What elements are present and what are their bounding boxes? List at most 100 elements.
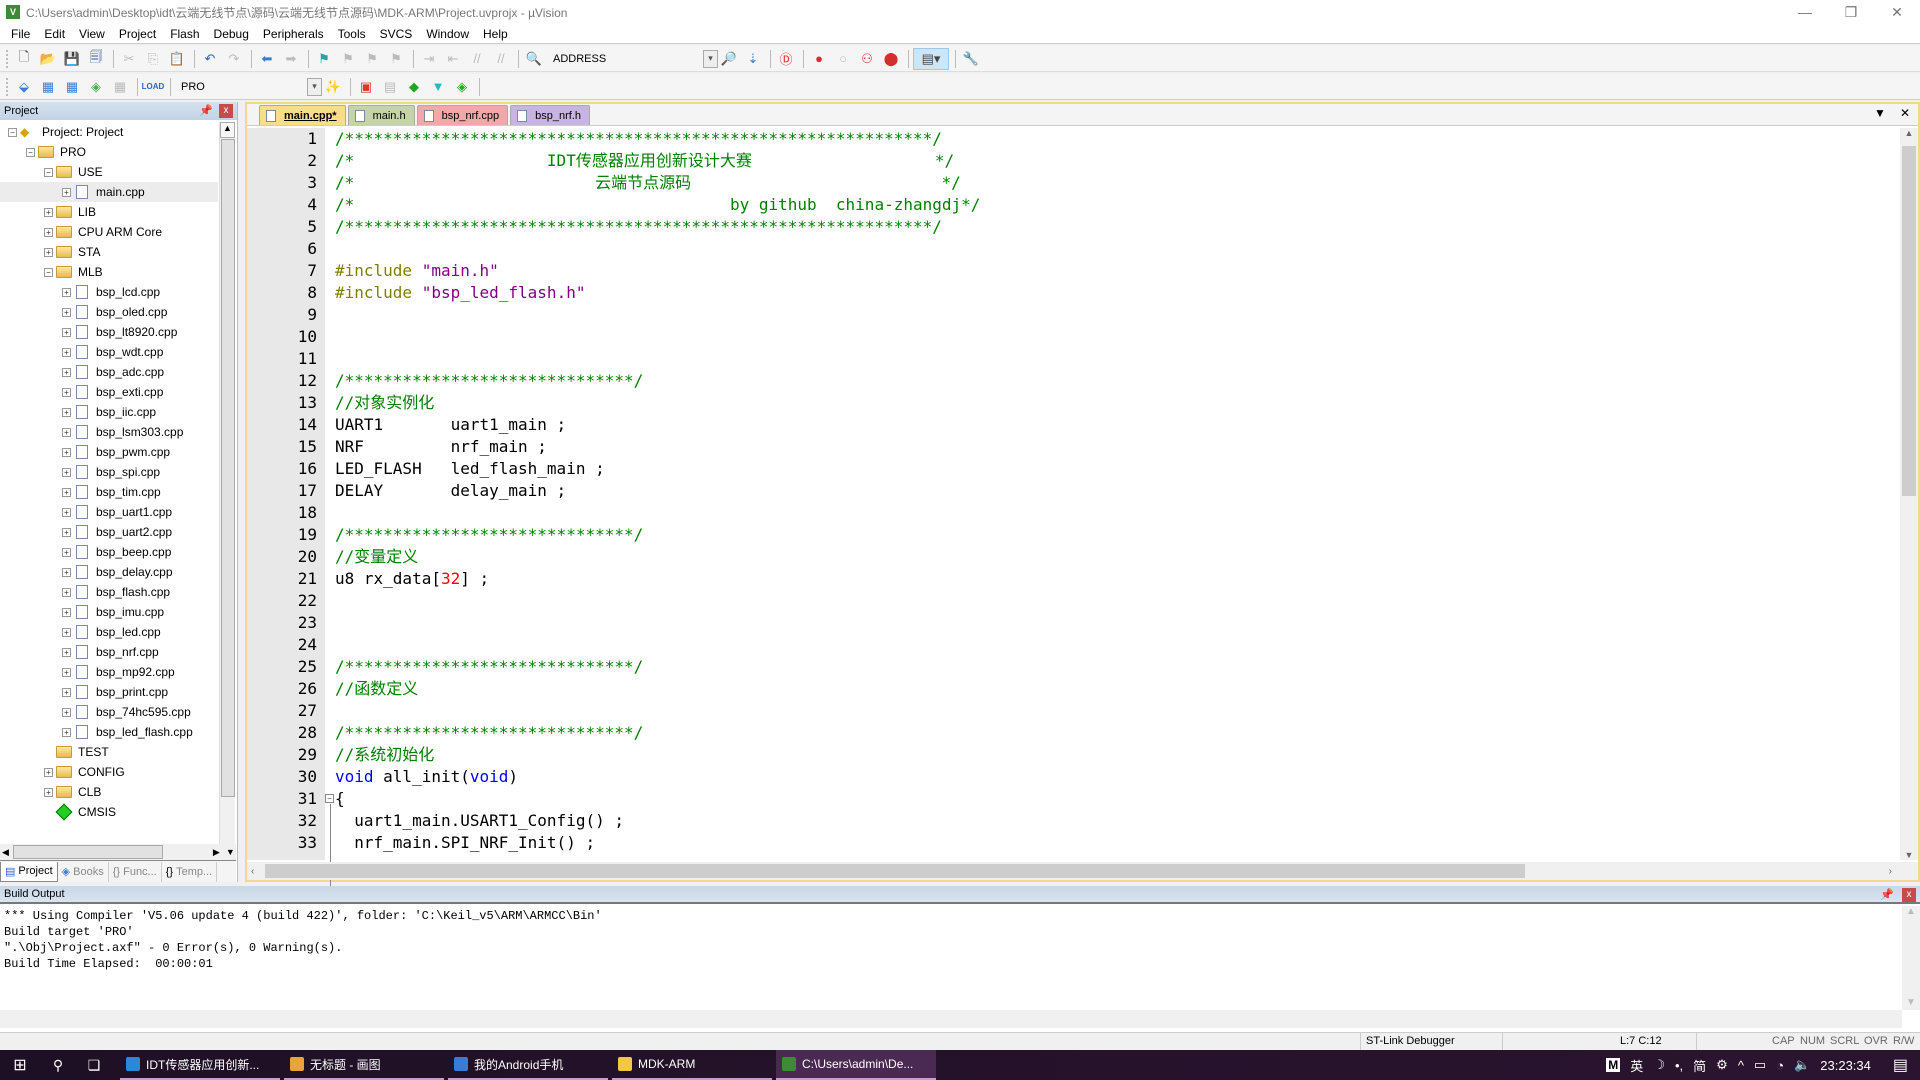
expand-icon[interactable]: + [62, 687, 71, 697]
expand-icon[interactable]: + [44, 207, 53, 217]
expand-icon[interactable]: + [62, 567, 71, 577]
expand-icon[interactable]: + [62, 187, 71, 197]
code-line[interactable]: //对象实例化 [335, 392, 1875, 414]
notifications-icon[interactable]: ▤ [1893, 1055, 1908, 1075]
expand-icon[interactable]: + [62, 607, 71, 617]
code-line[interactable]: UART1 uart1_main ; [335, 414, 1875, 436]
expand-icon[interactable]: + [62, 407, 71, 417]
wifi-icon[interactable]: ◔ [1776, 1058, 1784, 1073]
ime-simplified-icon[interactable]: 简 [1693, 1056, 1706, 1075]
tree-file-item[interactable]: + bsp_iic.cpp [0, 402, 218, 422]
code-line[interactable] [335, 590, 1875, 612]
code-line[interactable] [335, 304, 1875, 326]
tree-folder-item[interactable]: + CPU ARM Core [0, 222, 218, 242]
target-select[interactable]: PRO [181, 81, 307, 93]
tree-file-item[interactable]: + bsp_flash.cpp [0, 582, 218, 602]
code-line[interactable]: #include "main.h" [335, 260, 1875, 282]
code-line[interactable] [335, 700, 1875, 722]
code-line[interactable] [335, 612, 1875, 634]
tree-file-item[interactable]: + bsp_print.cpp [0, 682, 218, 702]
expand-icon[interactable]: + [62, 527, 71, 537]
menu-view[interactable]: View [72, 27, 112, 41]
editor-vertical-scrollbar[interactable]: ▲ ▼ [1900, 128, 1918, 860]
build-output-text[interactable]: *** Using Compiler 'V5.06 update 4 (buil… [4, 908, 602, 972]
scroll-thumb[interactable] [221, 139, 235, 797]
unindent-icon[interactable]: ⇤ [442, 48, 464, 70]
tree-horizontal-scrollbar[interactable]: ◀ ▶ ▼ [0, 844, 236, 860]
close-tab-icon[interactable]: ✕ [1900, 106, 1910, 120]
code-line[interactable] [335, 326, 1875, 348]
collapse-icon[interactable]: − [26, 147, 35, 157]
menu-project[interactable]: Project [112, 27, 163, 41]
scroll-up-icon[interactable]: ▲ [1900, 128, 1918, 138]
expand-icon[interactable]: + [62, 367, 71, 377]
comment-icon[interactable]: // [466, 48, 488, 70]
expand-icon[interactable]: + [44, 227, 53, 237]
prev-bookmark-icon[interactable]: ⚑ [337, 48, 359, 70]
tree-file-item[interactable]: + bsp_exti.cpp [0, 382, 218, 402]
tree-file-item[interactable]: + bsp_nrf.cpp [0, 642, 218, 662]
expand-icon[interactable]: + [62, 347, 71, 357]
taskbar-app[interactable]: 我的Android手机 [448, 1050, 608, 1080]
rebuild-icon[interactable]: ▦ [61, 76, 83, 98]
code-line[interactable]: DELAY delay_main ; [335, 480, 1875, 502]
expand-icon[interactable]: + [44, 787, 53, 797]
menu-help[interactable]: Help [476, 27, 515, 41]
taskbar-app[interactable]: MDK-ARM [612, 1050, 772, 1080]
expand-icon[interactable]: + [44, 767, 53, 777]
indent-icon[interactable]: ⇥ [418, 48, 440, 70]
ime-language-icon[interactable]: 英 [1630, 1056, 1643, 1075]
code-line[interactable]: /***************************************… [335, 216, 1875, 238]
collapse-icon[interactable]: − [44, 267, 53, 277]
expand-icon[interactable]: + [62, 587, 71, 597]
expand-icon[interactable]: + [62, 487, 71, 497]
menu-flash[interactable]: Flash [163, 27, 206, 41]
code-line[interactable]: //变量定义 [335, 546, 1875, 568]
code-line[interactable]: /* 云端节点源码 */ [335, 172, 1875, 194]
tab-functions[interactable]: {} Func... [109, 861, 162, 882]
expand-icon[interactable]: + [62, 447, 71, 457]
tree-item[interactable]: CMSIS [0, 802, 218, 822]
ime-settings-icon[interactable]: ⚙ [1716, 1057, 1728, 1073]
tab-list-dropdown-icon[interactable]: ▼ [1874, 106, 1886, 120]
kill-all-breakpoints-icon[interactable]: ⬤ [880, 48, 902, 70]
tree-file-item[interactable]: + bsp_wdt.cpp [0, 342, 218, 362]
tree-folder-item[interactable]: + STA [0, 242, 218, 262]
select-pack-icon[interactable]: ◆ [403, 76, 425, 98]
code-line[interactable]: LED_FLASH led_flash_main ; [335, 458, 1875, 480]
tree-file-item[interactable]: + bsp_beep.cpp [0, 542, 218, 562]
expand-icon[interactable]: + [44, 247, 53, 257]
tree-file-item[interactable]: + bsp_lsm303.cpp [0, 422, 218, 442]
undo-icon[interactable]: ↶ [199, 48, 221, 70]
translate-icon[interactable]: ⬙ [13, 76, 35, 98]
battery-icon[interactable]: ▭ [1754, 1057, 1766, 1073]
tree-file-item[interactable]: + bsp_oled.cpp [0, 302, 218, 322]
tab-books[interactable]: ◈ Books [58, 861, 109, 882]
tree-file-item[interactable]: + bsp_imu.cpp [0, 602, 218, 622]
pack-installer-icon[interactable]: ▼ [427, 76, 449, 98]
code-line[interactable]: /******************************/ [335, 524, 1875, 546]
show-hidden-icons[interactable]: ^ [1738, 1058, 1744, 1073]
expand-icon[interactable]: + [62, 667, 71, 677]
breakpoint-icon[interactable]: ● [808, 48, 830, 70]
code-line[interactable]: /******************************/ [335, 656, 1875, 678]
tree-file-item[interactable]: + main.cpp [0, 182, 218, 202]
expand-icon[interactable]: + [62, 387, 71, 397]
stop-build-icon[interactable]: ▦ [109, 76, 131, 98]
code-line[interactable]: //函数定义 [335, 678, 1875, 700]
scroll-right-icon[interactable]: ▶ [213, 847, 220, 858]
address-dropdown[interactable]: ▾ [703, 49, 718, 68]
editor-tab[interactable]: main.cpp* [259, 105, 346, 125]
expand-icon[interactable]: + [62, 307, 71, 317]
tree-item[interactable]: − PRO [0, 142, 218, 162]
code-line[interactable] [335, 348, 1875, 370]
scroll-left-icon[interactable]: ‹ [251, 866, 254, 877]
code-line[interactable] [335, 502, 1875, 524]
incremental-find-icon[interactable]: ⇣ [742, 48, 764, 70]
tree-file-item[interactable]: + bsp_lt8920.cpp [0, 322, 218, 342]
ime-punct-icon[interactable]: •, [1675, 1058, 1683, 1073]
code-line[interactable]: u8 rx_data[32] ; [335, 568, 1875, 590]
code-line[interactable]: /******************************/ [335, 370, 1875, 392]
redo-icon[interactable]: ↷ [223, 48, 245, 70]
editor-horizontal-scrollbar[interactable]: ‹ › [247, 862, 1918, 880]
